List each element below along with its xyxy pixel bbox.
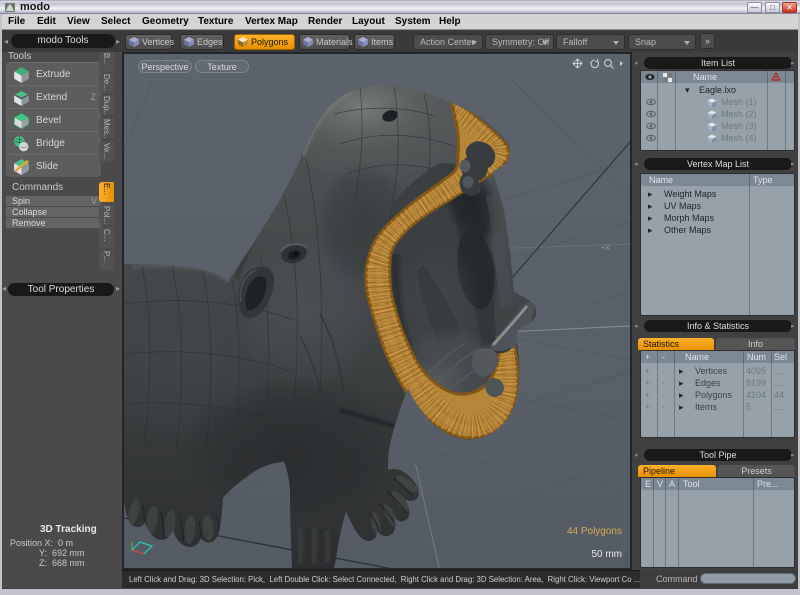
- svg-text:+X: +X: [601, 245, 610, 252]
